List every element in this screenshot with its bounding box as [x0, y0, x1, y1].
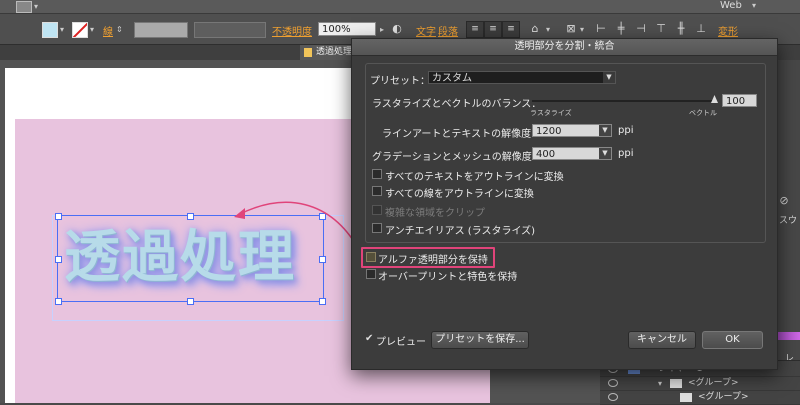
balance-label: ラスタライズとベクトルのバランス： [372, 99, 542, 110]
vector-tick-label: ベクトル [689, 109, 717, 117]
preset-label: プリセット： [370, 76, 430, 87]
gradient-resolution-select[interactable]: 400 ▼ [532, 147, 612, 160]
clip-complex-regions-checkbox[interactable] [372, 205, 382, 215]
preserve-overprints-checkbox[interactable] [366, 269, 376, 279]
chevron-down-icon: ▼ [599, 125, 611, 136]
anti-alias-checkbox[interactable] [372, 223, 382, 233]
save-preset-button[interactable]: プリセットを保存... [431, 331, 529, 349]
balance-input[interactable]: 100 [722, 94, 757, 107]
strokes-to-outlines-checkbox[interactable] [372, 186, 382, 196]
gradient-resolution-label: グラデーションとメッシュの解像度： [372, 152, 542, 163]
flatten-transparency-dialog: 透明部分を分割・統合 プリセット： カスタム ▼ ラスタライズとベクトルのバラン… [351, 38, 778, 370]
rasterize-tick-label: ラスタライズ [530, 109, 572, 117]
preset-select[interactable]: カスタム ▼ [428, 71, 616, 84]
preserve-overprints-label: オーバープリントと特色を保持 [378, 272, 518, 283]
ok-button[interactable]: OK [702, 331, 763, 349]
chevron-down-icon: ▼ [599, 148, 611, 159]
anti-alias-label: アンチエイリアス (ラスタライズ) [385, 226, 536, 237]
line-art-resolution-select[interactable]: 1200 ▼ [532, 124, 612, 137]
annotation-highlight-box [361, 247, 495, 268]
preview-label[interactable]: プレビュー [376, 333, 426, 348]
clip-complex-regions-label: 複雑な領域をクリップ [385, 208, 485, 219]
checkmark-icon[interactable]: ✔ [365, 333, 373, 344]
line-art-resolution-value: 1200 [536, 126, 562, 137]
line-art-unit: ppi [618, 125, 634, 136]
balance-slider-track[interactable] [532, 100, 715, 102]
gradient-resolution-value: 400 [536, 149, 556, 160]
line-art-resolution-label: ラインアートとテキストの解像度： [382, 129, 542, 140]
preset-value: カスタム [432, 73, 472, 84]
gradient-unit: ppi [618, 148, 634, 159]
text-to-outlines-checkbox[interactable] [372, 169, 382, 179]
cancel-button[interactable]: キャンセル [628, 331, 696, 349]
dialog-title[interactable]: 透明部分を分割・統合 [352, 39, 777, 56]
strokes-to-outlines-label: すべての線をアウトラインに変換 [385, 189, 534, 200]
chevron-down-icon: ▼ [603, 72, 615, 83]
text-to-outlines-label: すべてのテキストをアウトラインに変換 [385, 172, 564, 183]
